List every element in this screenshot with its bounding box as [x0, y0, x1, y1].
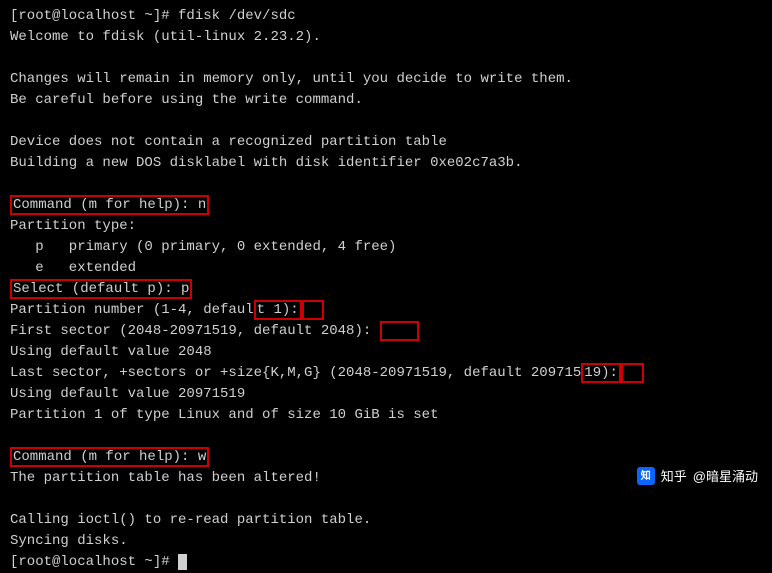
- shell-command: fdisk /dev/sdc: [178, 8, 296, 24]
- highlight-box: [302, 300, 325, 320]
- terminal-line: [root@localhost ~]# fdisk /dev/sdc: [10, 6, 762, 27]
- terminal-line: [10, 426, 762, 447]
- cursor: [178, 554, 187, 570]
- highlight-box: Command (m for help): w: [10, 447, 209, 467]
- highlight-box: Select (default p): p: [10, 279, 192, 299]
- highlight-box: 19):: [581, 363, 621, 383]
- terminal-line: [10, 48, 762, 69]
- terminal-line: Command (m for help): w: [10, 447, 762, 468]
- shell-prompt: [root@localhost ~]#: [10, 554, 178, 570]
- watermark-label: 知乎: [661, 467, 687, 487]
- terminal-line: Select (default p): p: [10, 279, 762, 300]
- terminal-line: Device does not contain a recognized par…: [10, 132, 762, 153]
- terminal-line: Using default value 2048: [10, 342, 762, 363]
- highlight-box: Command (m for help): n: [10, 195, 209, 215]
- terminal-line: Changes will remain in memory only, unti…: [10, 69, 762, 90]
- terminal-line: Partition number (1-4, default 1):: [10, 300, 762, 321]
- terminal-line: Partition 1 of type Linux and of size 10…: [10, 405, 762, 426]
- watermark: 知 知乎 @暗星涌动: [637, 467, 758, 487]
- text-segment: First sector (2048-20971519, default 204…: [10, 323, 380, 339]
- highlight-box: [380, 321, 420, 341]
- terminal-line: Command (m for help): n: [10, 195, 762, 216]
- terminal-line: Building a new DOS disklabel with disk i…: [10, 153, 762, 174]
- zhihu-icon: 知: [637, 467, 655, 485]
- terminal-line: p primary (0 primary, 0 extended, 4 free…: [10, 237, 762, 258]
- terminal-line: Using default value 20971519: [10, 384, 762, 405]
- text-segment: Last sector, +sectors or +size{K,M,G} (2…: [10, 365, 581, 381]
- terminal-line: First sector (2048-20971519, default 204…: [10, 321, 762, 342]
- terminal-line: Be careful before using the write comman…: [10, 90, 762, 111]
- terminal-line: [root@localhost ~]#: [10, 552, 762, 573]
- watermark-user: @暗星涌动: [693, 467, 758, 487]
- terminal-line: [10, 111, 762, 132]
- terminal-line: Last sector, +sectors or +size{K,M,G} (2…: [10, 363, 762, 384]
- terminal-line: Calling ioctl() to re-read partition tab…: [10, 510, 762, 531]
- terminal-line: Partition type:: [10, 216, 762, 237]
- terminal-line: [10, 174, 762, 195]
- terminal-line: Syncing disks.: [10, 531, 762, 552]
- highlight-box: t 1):: [254, 300, 302, 320]
- terminal-line: Welcome to fdisk (util-linux 2.23.2).: [10, 27, 762, 48]
- text-segment: Partition number (1-4, defaul: [10, 302, 254, 318]
- highlight-box: [621, 363, 644, 383]
- terminal-line: e extended: [10, 258, 762, 279]
- shell-prompt: [root@localhost ~]#: [10, 8, 178, 24]
